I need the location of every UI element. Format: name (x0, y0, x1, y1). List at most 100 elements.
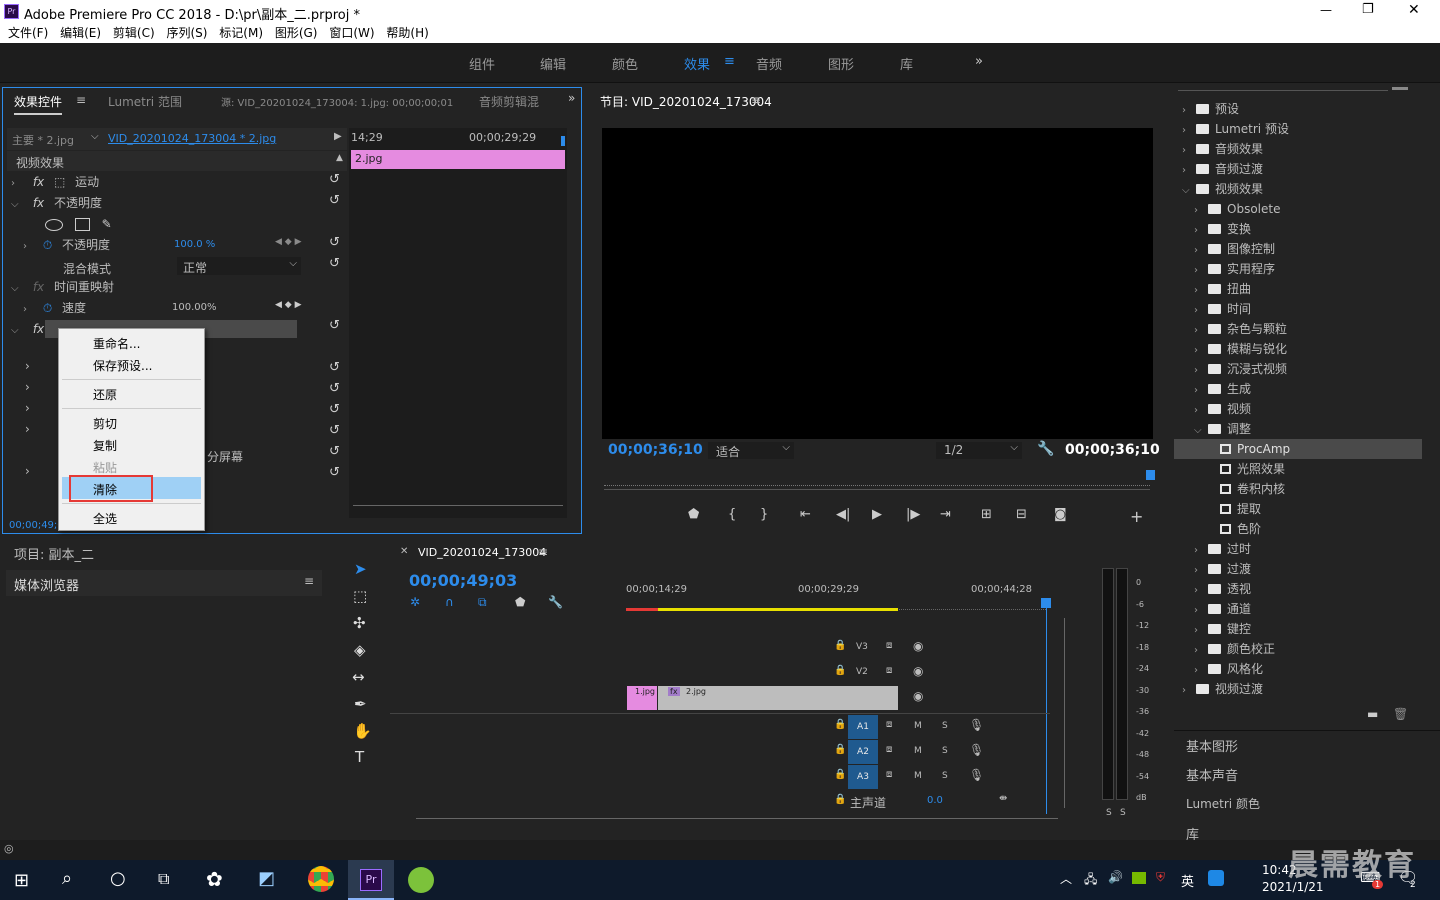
chevron-right-icon[interactable]: › (1194, 261, 1204, 281)
reset-icon[interactable]: ↺ (329, 360, 340, 375)
chevron-right-icon[interactable]: › (1194, 661, 1204, 681)
solo-button[interactable]: S (942, 771, 948, 781)
chevron-right-icon[interactable]: › (1194, 541, 1204, 561)
effects-tree-item[interactable]: › 键控 (1174, 619, 1422, 639)
tray-shield-icon[interactable]: ⛨ (1156, 870, 1165, 885)
track-label[interactable]: A3 (848, 765, 878, 789)
menu-cut[interactable]: 剪切 (93, 415, 117, 432)
menu-graphics[interactable]: 图形(G) (275, 23, 318, 43)
mark-out-icon[interactable]: } (760, 507, 768, 522)
menu-clip[interactable]: 剪辑(C) (113, 23, 155, 43)
chevron-right-icon[interactable]: › (1194, 581, 1204, 601)
menu-clear[interactable]: 清除 (93, 481, 117, 498)
mini-clip[interactable]: 2.jpg (351, 150, 565, 169)
ec-scrollbar[interactable] (353, 505, 563, 513)
add-marker-icon[interactable]: ⬟ (515, 595, 525, 609)
lock-icon[interactable]: 🔒 (834, 794, 846, 805)
effects-tree-item[interactable]: › 预设 (1174, 99, 1422, 119)
effects-tree-item[interactable]: › 视频过渡 (1174, 679, 1422, 699)
menu-help[interactable]: 帮助(H) (386, 23, 428, 43)
master-value[interactable]: 0.0 (927, 795, 943, 806)
track-label[interactable]: V3 (856, 642, 868, 652)
play-only-icon[interactable]: ▶ (334, 131, 342, 142)
track-label[interactable]: A2 (848, 740, 878, 764)
ws-color[interactable]: 颜色 (612, 54, 638, 73)
chevron-down-icon[interactable]: ⌵ (11, 195, 21, 215)
timeline-timecode[interactable]: 00;00;49;03 (409, 571, 517, 590)
effects-tree-item[interactable]: › Lumetri 预设 (1174, 119, 1422, 139)
ws-menu-icon[interactable]: ≡ (724, 54, 735, 69)
linked-select-icon[interactable]: ⧉ (478, 595, 487, 610)
reset-icon[interactable]: ↺ (329, 444, 340, 459)
panel-menu-icon[interactable]: ≡ (304, 574, 314, 588)
menu-sequence[interactable]: 序列(S) (166, 23, 207, 43)
reset-icon[interactable]: ↺ (329, 256, 340, 271)
search-icon[interactable]: ⌕ (62, 868, 72, 889)
keyframe-nav[interactable]: ◀ ◆ ▶ (275, 300, 302, 310)
chevron-right-icon[interactable]: › (1194, 341, 1204, 361)
cortana-icon[interactable]: ○ (110, 868, 126, 889)
ws-editing[interactable]: 编辑 (540, 54, 566, 73)
chevron-down-icon[interactable]: ⌵ (1182, 181, 1192, 201)
tab-source[interactable]: 源: VID_20201024_173004: 1.jpg: 00;00;00;… (221, 94, 453, 109)
menu-file[interactable]: 文件(F) (8, 23, 48, 43)
lock-icon[interactable]: 🔒 (834, 744, 846, 755)
effects-tree-item[interactable]: › 过渡 (1174, 559, 1422, 579)
stopwatch-icon[interactable]: ⏱ (43, 301, 52, 315)
reset-icon[interactable]: ↺ (329, 381, 340, 396)
chevron-right-icon[interactable]: › (1194, 361, 1204, 381)
app-ball-icon[interactable] (408, 867, 434, 893)
chevron-right-icon[interactable]: › (25, 401, 30, 415)
marker-icon[interactable]: ⬟ (688, 507, 699, 522)
close-tab-icon[interactable]: ✕ (400, 546, 408, 557)
menu-save-preset[interactable]: 保存预设... (93, 357, 152, 374)
opacity-row[interactable]: ⌵ fx 不透明度 (11, 193, 102, 213)
mute-button[interactable]: M (914, 771, 922, 781)
chevron-right-icon[interactable]: › (1194, 281, 1204, 301)
reset-icon[interactable]: ↺ (329, 402, 340, 417)
track-select-icon[interactable]: ⬚ (353, 587, 367, 605)
reset-icon[interactable]: ↺ (329, 193, 340, 208)
ripple-edit-icon[interactable]: ✣ (353, 614, 366, 632)
track-label[interactable]: A1 (848, 715, 878, 739)
program-ruler[interactable] (604, 474, 1150, 486)
effects-tree-item[interactable]: › 视频 (1174, 399, 1422, 419)
fx-icon[interactable]: fx (33, 196, 44, 210)
close-button[interactable]: ✕ (1408, 2, 1420, 18)
timeline-vscroll[interactable] (1064, 618, 1068, 808)
tray-nvidia-icon[interactable] (1132, 872, 1146, 884)
menu-marker[interactable]: 标记(M) (219, 23, 263, 43)
chevron-right-icon[interactable]: › (1194, 621, 1204, 641)
chevron-down-icon[interactable]: ⌵ (91, 131, 99, 142)
camera-icon[interactable]: ◙ (1054, 507, 1067, 522)
effects-tree-item[interactable]: › 过时 (1174, 539, 1422, 559)
chevron-right-icon[interactable]: › (1182, 141, 1192, 161)
chevron-right-icon[interactable]: › (25, 380, 30, 394)
hand-tool-icon[interactable]: ✋ (353, 722, 372, 740)
pen-tool-icon[interactable]: ✒ (354, 695, 367, 713)
reset-icon[interactable]: ↺ (329, 423, 340, 438)
keyframe-nav[interactable]: ◀ ◆ ▶ (275, 237, 302, 247)
ws-assembly[interactable]: 组件 (469, 54, 495, 73)
program-playhead[interactable] (1146, 470, 1155, 480)
sync-icon[interactable]: ⧈ (886, 640, 892, 651)
app-pinwheel-icon[interactable]: ✿ (206, 867, 223, 891)
solo-button[interactable]: S (942, 746, 948, 756)
menu-select-all[interactable]: 全选 (93, 510, 117, 527)
fx-icon[interactable]: fx (33, 322, 44, 336)
chevron-right-icon[interactable]: › (23, 300, 33, 320)
effects-tree-item[interactable]: › 生成 (1174, 379, 1422, 399)
chevron-right-icon[interactable]: › (1194, 321, 1204, 341)
menu-revert[interactable]: 还原 (93, 386, 117, 403)
chevron-right-icon[interactable]: › (1182, 121, 1192, 141)
go-to-in-icon[interactable]: ⇤ (800, 507, 811, 522)
lock-icon[interactable]: 🔒 (834, 769, 846, 780)
ws-libraries[interactable]: 库 (900, 54, 913, 73)
ime-indicator[interactable]: 英 (1181, 871, 1194, 890)
step-back-icon[interactable]: ◀| (836, 507, 850, 522)
play-icon[interactable]: ▶ (872, 507, 882, 522)
master-clip[interactable]: 主要 * 2.jpg (12, 132, 74, 148)
solo-button[interactable]: S (942, 721, 948, 731)
tray-network-icon[interactable]: 🖧 (1084, 870, 1097, 891)
panel-menu-icon[interactable]: ≡ (538, 545, 548, 559)
